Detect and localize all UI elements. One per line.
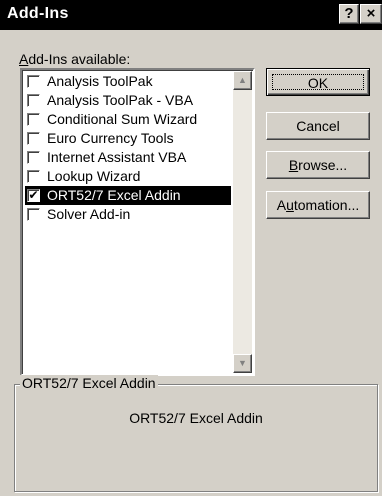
automation-mnemonic: u <box>286 197 294 213</box>
addin-description: ORT52/7 Excel Addin <box>129 410 263 426</box>
title-bar: Add-Ins ? × <box>0 0 382 30</box>
automation-label-start: A <box>276 197 287 213</box>
scroll-down-icon[interactable]: ▼ <box>233 354 252 373</box>
close-button[interactable]: × <box>360 4 382 24</box>
checkbox-icon[interactable] <box>27 170 40 183</box>
checkbox-icon[interactable] <box>27 208 40 221</box>
browse-button[interactable]: Browse... <box>266 151 370 179</box>
list-item-label: ORT52/7 Excel Addin <box>47 187 181 203</box>
checkbox-icon[interactable] <box>27 94 40 107</box>
help-button[interactable]: ? <box>339 4 359 24</box>
list-item-label: Lookup Wizard <box>47 168 141 184</box>
mnemonic-a: A <box>19 51 29 67</box>
checkbox-icon[interactable] <box>27 132 40 145</box>
list-item[interactable]: Solver Add-in <box>25 205 231 224</box>
add-ins-available-label: Add-Ins available: <box>19 51 130 67</box>
automation-button[interactable]: Automation... <box>266 191 370 219</box>
list-item-label: Analysis ToolPak <box>47 73 153 89</box>
checkbox-icon[interactable] <box>27 151 40 164</box>
automation-label-end: tomation... <box>293 197 360 213</box>
add-ins-list: Analysis ToolPak Analysis ToolPak - VBA Co… <box>25 72 231 224</box>
checkbox-icon[interactable] <box>27 75 40 88</box>
vertical-scrollbar[interactable]: ▲ ▼ <box>233 71 252 373</box>
list-item[interactable]: Conditional Sum Wizard <box>25 110 231 129</box>
list-item-label: Conditional Sum Wizard <box>47 111 198 127</box>
checkbox-icon[interactable] <box>27 113 40 126</box>
list-item[interactable]: ✔ ORT52/7 Excel Addin <box>25 186 231 205</box>
add-ins-listbox[interactable]: Analysis ToolPak Analysis ToolPak - VBA Co… <box>20 68 255 376</box>
addin-details-group <box>14 384 378 492</box>
list-item[interactable]: Euro Currency Tools <box>25 129 231 148</box>
cancel-button[interactable]: Cancel <box>266 112 370 140</box>
window-title: Add-Ins <box>7 5 69 22</box>
list-item-label: Solver Add-in <box>47 206 131 222</box>
addin-details-title: ORT52/7 Excel Addin <box>20 375 158 391</box>
list-item[interactable]: Analysis ToolPak <box>25 72 231 91</box>
list-item-label: Internet Assistant VBA <box>47 149 187 165</box>
list-item[interactable]: Analysis ToolPak - VBA <box>25 91 231 110</box>
ok-button[interactable]: OK <box>266 68 370 96</box>
list-item[interactable]: Internet Assistant VBA <box>25 148 231 167</box>
scroll-up-icon[interactable]: ▲ <box>233 71 252 90</box>
add-ins-available-text: dd-Ins available: <box>28 51 131 67</box>
browse-mnemonic: B <box>288 157 299 173</box>
browse-label: rowse... <box>298 157 348 173</box>
list-item-label: Analysis ToolPak - VBA <box>47 92 194 108</box>
list-item[interactable]: Lookup Wizard <box>25 167 231 186</box>
list-item-label: Euro Currency Tools <box>47 130 174 146</box>
ok-button-label: OK <box>272 74 364 91</box>
checkbox-checked-icon[interactable]: ✔ <box>27 189 40 202</box>
